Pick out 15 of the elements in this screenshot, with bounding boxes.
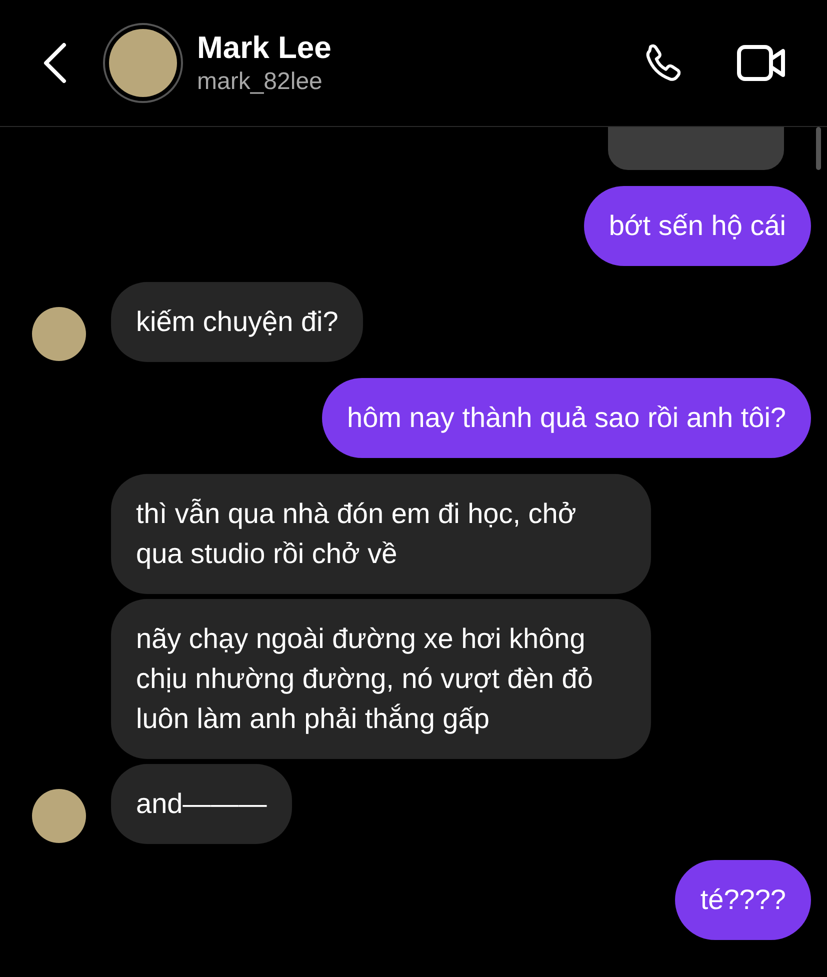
avatar bbox=[32, 307, 86, 361]
avatar bbox=[32, 789, 86, 843]
sent-message-bubble: hôm nay thành quả sao rồi anh tôi? bbox=[322, 378, 811, 458]
received-message-bubble: thì vẫn qua nhà đón em đi học, chở qua studio rồi chở về bbox=[111, 474, 651, 594]
received-message-bubble: nãy chạy ngoài đường xe hơi không chịu nhường đường, nó vượt đèn đỏ luôn làm anh phải thắng gấp bbox=[111, 599, 651, 759]
received-message-bubble: and——— bbox=[111, 764, 292, 844]
scrollbar bbox=[816, 127, 821, 170]
received-message-bubble: kiếm chuyện đi? bbox=[111, 282, 364, 362]
contact-name: Mark Lee bbox=[197, 29, 332, 67]
sent-message-bubble: té???? bbox=[675, 860, 811, 940]
sent-message-bubble: bớt sến hộ cái bbox=[584, 186, 811, 266]
contact-username: mark_82lee bbox=[197, 67, 324, 97]
video-call-icon[interactable] bbox=[737, 43, 787, 83]
profile-avatar-ring[interactable] bbox=[103, 23, 183, 103]
avatar bbox=[109, 29, 177, 97]
